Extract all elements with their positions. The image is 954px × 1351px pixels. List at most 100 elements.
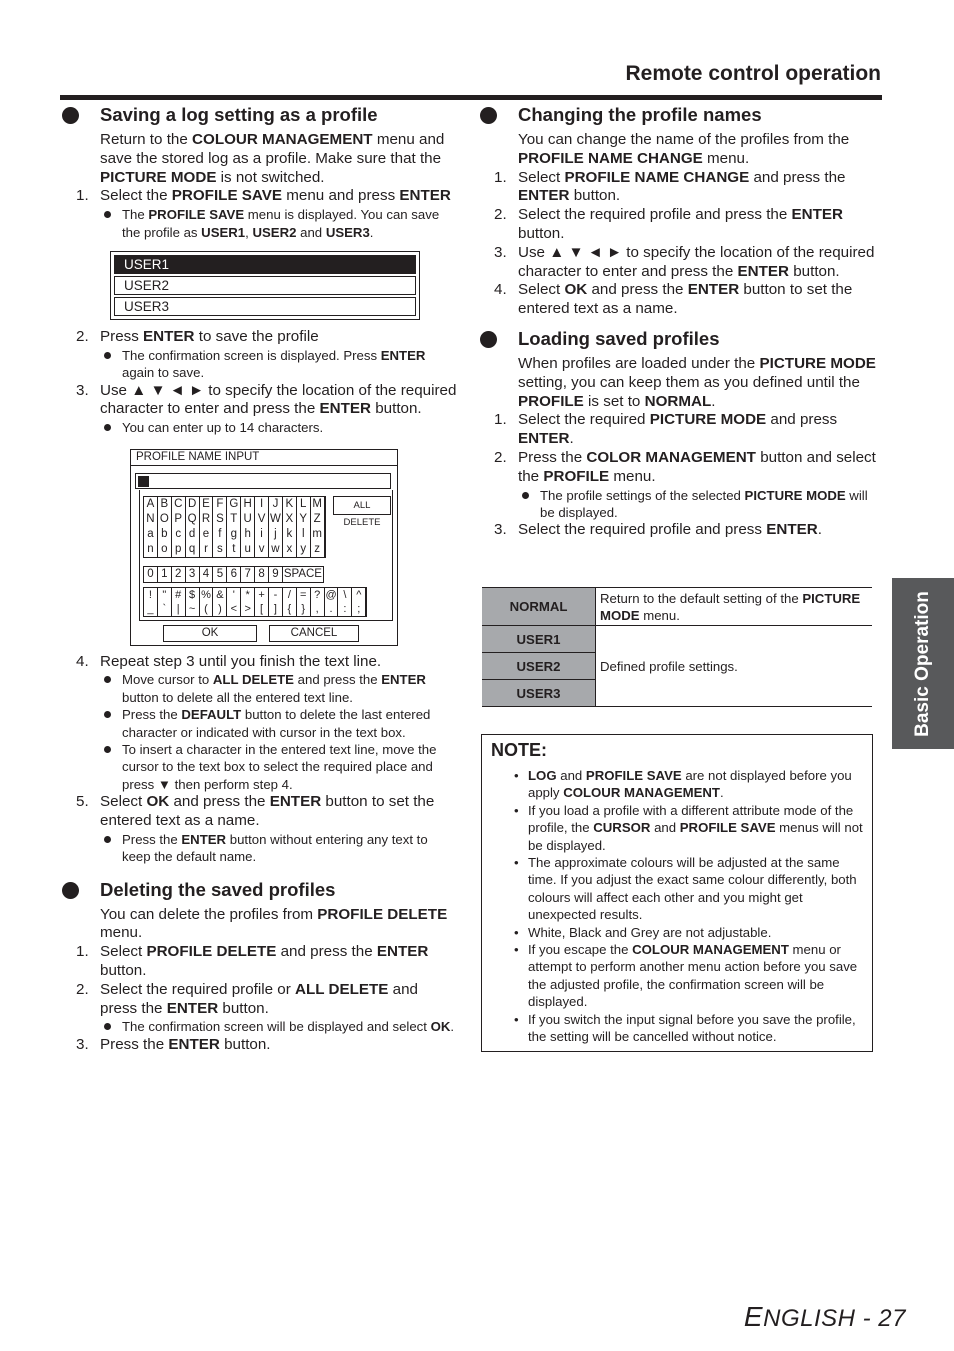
symbol-key[interactable]: =	[297, 587, 311, 602]
key[interactable]: t	[227, 541, 242, 557]
key[interactable]: u	[241, 541, 256, 557]
digit-key[interactable]: 4	[200, 566, 214, 582]
user-list-item[interactable]: USER3	[114, 297, 416, 316]
symbol-key[interactable]: )	[213, 601, 228, 616]
name-text-field[interactable]	[135, 472, 391, 489]
digit-key[interactable]: 0	[144, 566, 158, 582]
symbol-key[interactable]: :	[338, 601, 353, 616]
key[interactable]: F	[213, 496, 228, 512]
digit-key[interactable]: 9	[269, 566, 283, 582]
key[interactable]: e	[200, 526, 214, 542]
key[interactable]: M	[311, 496, 325, 512]
symbol-key[interactable]: |	[172, 601, 186, 616]
symbol-key[interactable]: "	[158, 587, 172, 602]
key[interactable]: d	[186, 526, 200, 542]
key[interactable]: x	[283, 541, 297, 557]
key[interactable]: N	[144, 511, 158, 527]
side-tab-basic-operation[interactable]: Basic Operation	[892, 578, 954, 749]
key[interactable]: G	[227, 496, 242, 512]
key[interactable]: s	[213, 541, 228, 557]
key[interactable]: v	[255, 541, 270, 557]
digit-key[interactable]: 6	[227, 566, 242, 582]
cancel-button[interactable]: CANCEL	[269, 624, 359, 642]
symbol-key[interactable]: &	[213, 587, 228, 602]
digit-key[interactable]: 1	[158, 566, 172, 582]
key[interactable]: E	[200, 496, 214, 512]
symbol-key[interactable]: >	[241, 601, 256, 616]
key[interactable]: l	[297, 526, 311, 542]
key[interactable]: y	[297, 541, 311, 557]
key[interactable]: T	[227, 511, 242, 527]
symbol-key[interactable]: %	[200, 587, 214, 602]
symbol-key[interactable]: ~	[186, 601, 200, 616]
key[interactable]: K	[283, 496, 297, 512]
symbol-key[interactable]: ?	[311, 587, 325, 602]
digit-key[interactable]: 8	[255, 566, 270, 582]
key[interactable]: w	[269, 541, 283, 557]
symbol-key[interactable]: -	[269, 587, 283, 602]
key[interactable]: R	[200, 511, 214, 527]
key[interactable]: A	[144, 496, 158, 512]
key[interactable]: D	[186, 496, 200, 512]
user-list-item[interactable]: USER1	[114, 255, 416, 274]
symbol-key[interactable]: ^	[352, 587, 367, 602]
key[interactable]: m	[311, 526, 325, 542]
symbol-key[interactable]: [	[255, 601, 270, 616]
key[interactable]: X	[283, 511, 297, 527]
symbol-key[interactable]: .	[325, 601, 339, 616]
key[interactable]: Y	[297, 511, 311, 527]
key[interactable]: p	[172, 541, 186, 557]
key[interactable]: k	[283, 526, 297, 542]
symbol-key[interactable]: (	[200, 601, 214, 616]
digit-key[interactable]: 2	[172, 566, 186, 582]
user-list-item[interactable]: USER2	[114, 276, 416, 295]
space-key[interactable]: SPACE	[283, 567, 323, 582]
key[interactable]: O	[158, 511, 172, 527]
key[interactable]: z	[311, 541, 325, 557]
key[interactable]: B	[158, 496, 172, 512]
key[interactable]: h	[241, 526, 256, 542]
symbol-key[interactable]: <	[227, 601, 242, 616]
key[interactable]: Z	[311, 511, 325, 527]
key[interactable]: i	[255, 526, 270, 542]
key[interactable]: Q	[186, 511, 200, 527]
symbol-key[interactable]: }	[297, 601, 311, 616]
key[interactable]: P	[172, 511, 186, 527]
symbol-key[interactable]: ;	[352, 601, 367, 616]
key[interactable]: b	[158, 526, 172, 542]
digit-key[interactable]: 3	[186, 566, 200, 582]
key[interactable]: a	[144, 526, 158, 542]
ok-button[interactable]: OK	[163, 624, 257, 642]
digit-key[interactable]: 5	[213, 566, 228, 582]
symbol-key[interactable]: +	[255, 587, 270, 602]
key[interactable]: J	[269, 496, 283, 512]
symbol-key[interactable]: `	[158, 601, 172, 616]
key[interactable]: U	[241, 511, 256, 527]
key[interactable]: j	[269, 526, 283, 542]
symbol-key[interactable]: \	[338, 587, 353, 602]
key[interactable]: W	[269, 511, 283, 527]
symbol-key[interactable]: !	[144, 587, 158, 602]
key[interactable]: c	[172, 526, 186, 542]
key[interactable]: g	[227, 526, 242, 542]
symbol-key[interactable]: $	[186, 587, 200, 602]
symbol-key[interactable]: ]	[269, 601, 283, 616]
key[interactable]: S	[213, 511, 228, 527]
symbol-key[interactable]: ,	[311, 601, 325, 616]
symbol-key[interactable]: *	[241, 587, 256, 602]
key[interactable]: V	[255, 511, 270, 527]
symbol-key[interactable]: _	[144, 601, 158, 616]
key[interactable]: n	[144, 541, 158, 557]
symbol-key[interactable]: /	[283, 587, 297, 602]
key[interactable]: r	[200, 541, 214, 557]
key[interactable]: L	[297, 496, 311, 512]
digit-key[interactable]: 7	[241, 566, 256, 582]
key[interactable]: o	[158, 541, 172, 557]
key[interactable]: I	[255, 496, 270, 512]
symbol-key[interactable]: #	[172, 587, 186, 602]
symbol-key[interactable]: @	[325, 587, 339, 602]
symbol-key[interactable]: {	[283, 601, 297, 616]
all-delete-key[interactable]: ALL DELETE	[333, 495, 391, 528]
key[interactable]: C	[172, 496, 186, 512]
symbol-key[interactable]: '	[227, 587, 242, 602]
